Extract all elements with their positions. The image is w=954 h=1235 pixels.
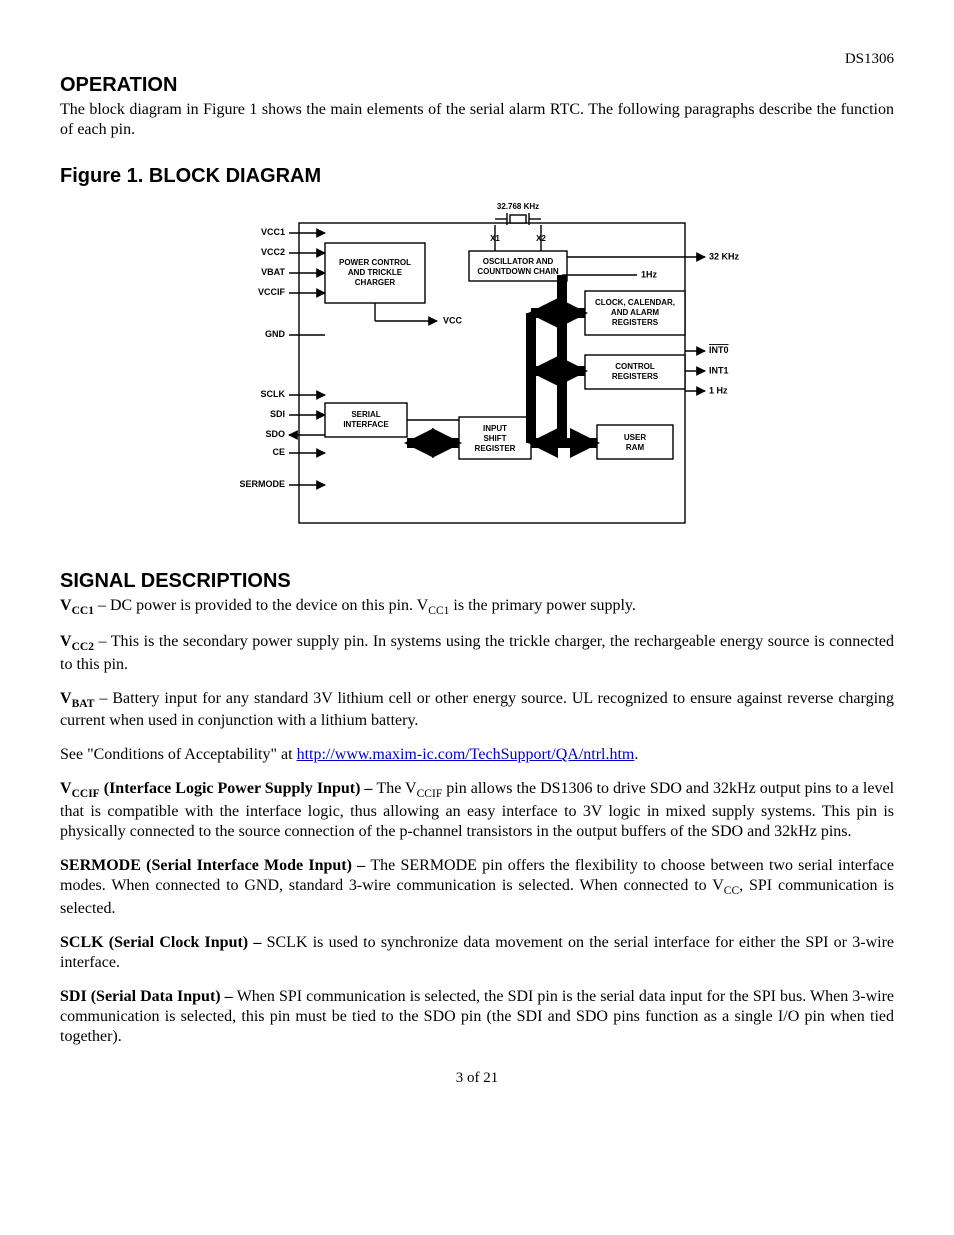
svg-text:AND TRICKLE: AND TRICKLE [348, 268, 403, 277]
svg-text:INT0: INT0 [709, 345, 729, 355]
header-part-number: DS1306 [60, 50, 894, 69]
signal-vcc1: VCC1 – DC power is provided to the devic… [60, 596, 894, 619]
svg-text:CLOCK, CALENDAR,: CLOCK, CALENDAR, [595, 298, 675, 307]
operation-body: The block diagram in Figure 1 shows the … [60, 100, 894, 140]
signal-vccif: VCCIF (Interface Logic Power Supply Inpu… [60, 779, 894, 842]
svg-text:SCLK: SCLK [261, 389, 286, 399]
svg-text:REGISTERS: REGISTERS [612, 372, 659, 381]
operation-heading: OPERATION [60, 73, 894, 98]
svg-text:SHIFT: SHIFT [483, 434, 506, 443]
svg-text:INTERFACE: INTERFACE [343, 420, 389, 429]
svg-text:REGISTERS: REGISTERS [612, 318, 659, 327]
conditions-link[interactable]: http://www.maxim-ic.com/TechSupport/QA/n… [297, 746, 635, 763]
svg-text:AND ALARM: AND ALARM [611, 308, 659, 317]
signal-sclk: SCLK (Serial Clock Input) – SCLK is used… [60, 933, 894, 973]
signal-vcc2: VCC2 – This is the secondary power suppl… [60, 632, 894, 675]
svg-text:VBAT: VBAT [261, 267, 285, 277]
svg-text:VCC: VCC [443, 315, 463, 325]
svg-text:POWER CONTROL: POWER CONTROL [339, 258, 411, 267]
figure-heading: Figure 1. BLOCK DIAGRAM [60, 164, 894, 189]
svg-text:CONTROL: CONTROL [615, 362, 655, 371]
svg-text:1Hz: 1Hz [641, 269, 658, 279]
signal-sermode: SERMODE (Serial Interface Mode Input) – … [60, 856, 894, 919]
block-diagram: VCC1 VCC2 VBAT VCCIF GND SCLK SDI SDO CE… [60, 195, 894, 545]
svg-text:REGISTER: REGISTER [475, 444, 516, 453]
svg-text:SDO: SDO [265, 429, 285, 439]
svg-text:VCCIF: VCCIF [258, 287, 286, 297]
svg-text:RAM: RAM [626, 443, 645, 452]
svg-text:VCC2: VCC2 [261, 247, 285, 257]
svg-text:CE: CE [272, 447, 285, 457]
svg-text:GND: GND [265, 329, 286, 339]
svg-text:OSCILLATOR AND: OSCILLATOR AND [483, 257, 554, 266]
svg-text:COUNTDOWN CHAIN: COUNTDOWN CHAIN [477, 267, 559, 276]
svg-text:INPUT: INPUT [483, 424, 507, 433]
svg-text:VCC1: VCC1 [261, 227, 285, 237]
page-number: 3 of 21 [60, 1069, 894, 1088]
conditions-link-paragraph: See "Conditions of Acceptability" at htt… [60, 745, 894, 765]
svg-text:SERMODE: SERMODE [239, 479, 285, 489]
svg-text:SERIAL: SERIAL [351, 410, 380, 419]
svg-text:32.768 KHz: 32.768 KHz [497, 202, 539, 211]
svg-text:32 KHz: 32 KHz [709, 251, 740, 261]
svg-text:1 Hz: 1 Hz [709, 385, 728, 395]
signal-vbat: VBAT – Battery input for any standard 3V… [60, 689, 894, 732]
signal-descriptions-heading: SIGNAL DESCRIPTIONS [60, 569, 894, 594]
svg-text:CHARGER: CHARGER [355, 278, 396, 287]
signal-sdi: SDI (Serial Data Input) – When SPI commu… [60, 987, 894, 1047]
svg-text:USER: USER [624, 433, 646, 442]
svg-text:SDI: SDI [270, 409, 285, 419]
svg-text:X2: X2 [536, 234, 546, 243]
svg-text:INT1: INT1 [709, 365, 729, 375]
svg-text:X1: X1 [490, 234, 500, 243]
